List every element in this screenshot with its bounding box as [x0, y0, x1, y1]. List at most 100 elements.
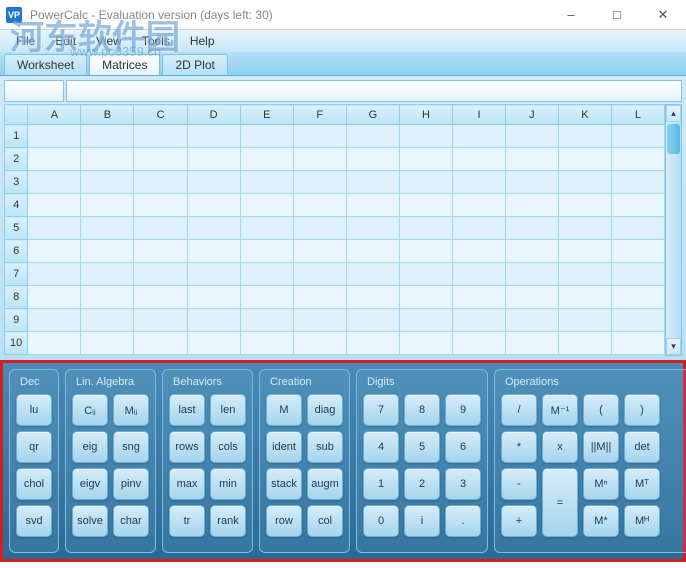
btn-x[interactable]: x [542, 431, 578, 463]
btn-norm[interactable]: ||M|| [583, 431, 619, 463]
spreadsheet-grid[interactable]: A B C D E F G H I J K L 1 2 3 4 5 [4, 104, 665, 355]
btn-stack[interactable]: stack [266, 468, 302, 500]
worksheet-area: A B C D E F G H I J K L 1 2 3 4 5 [0, 76, 686, 360]
tab-2dplot[interactable]: 2D Plot [162, 54, 227, 75]
menu-file[interactable]: File [6, 32, 45, 50]
col-header[interactable]: C [134, 105, 187, 125]
btn-sng[interactable]: sng [113, 431, 149, 463]
menu-view[interactable]: View [86, 32, 132, 50]
tab-worksheet[interactable]: Worksheet [4, 54, 87, 75]
btn-mpow[interactable]: Mⁿ [583, 468, 619, 500]
btn-rank[interactable]: rank [210, 505, 246, 537]
scroll-up-button[interactable]: ▴ [666, 105, 681, 122]
btn-lparen[interactable]: ( [583, 394, 619, 426]
btn-sub[interactable]: sub [307, 431, 343, 463]
tab-matrices[interactable]: Matrices [89, 54, 160, 75]
btn-8[interactable]: 8 [404, 394, 440, 426]
col-header[interactable]: G [346, 105, 399, 125]
col-header[interactable]: B [81, 105, 134, 125]
btn-min[interactable]: min [210, 468, 246, 500]
row-header[interactable]: 8 [5, 286, 28, 309]
btn-6[interactable]: 6 [445, 431, 481, 463]
col-header[interactable]: F [293, 105, 346, 125]
minimize-button[interactable]: – [548, 0, 594, 30]
btn-rparen[interactable]: ) [624, 394, 660, 426]
btn-max[interactable]: max [169, 468, 205, 500]
btn-ident[interactable]: ident [266, 431, 302, 463]
btn-pinv[interactable]: pinv [113, 468, 149, 500]
vertical-scrollbar[interactable]: ▴ ▾ [665, 104, 682, 356]
btn-augm[interactable]: augm [307, 468, 343, 500]
col-header[interactable]: K [558, 105, 611, 125]
btn-eigv[interactable]: eigv [72, 468, 108, 500]
btn-dot[interactable]: . [445, 505, 481, 537]
btn-4[interactable]: 4 [363, 431, 399, 463]
btn-cols[interactable]: cols [210, 431, 246, 463]
panel-title: Dec [16, 376, 52, 388]
row-header[interactable]: 9 [5, 309, 28, 332]
btn-solve[interactable]: solve [72, 505, 108, 537]
vscroll-thumb[interactable] [667, 124, 680, 154]
btn-m[interactable]: M [266, 394, 302, 426]
panel-title: Lin. Algebra [72, 376, 149, 388]
btn-qr[interactable]: qr [16, 431, 52, 463]
col-header[interactable]: E [240, 105, 293, 125]
formula-bar[interactable] [66, 80, 682, 102]
col-header[interactable]: L [611, 105, 664, 125]
maximize-button[interactable]: □ [594, 0, 640, 30]
btn-row[interactable]: row [266, 505, 302, 537]
cell-reference-box[interactable] [4, 80, 64, 102]
btn-len[interactable]: len [210, 394, 246, 426]
btn-mconj[interactable]: M* [583, 505, 619, 537]
corner-header[interactable] [5, 105, 28, 125]
btn-eig[interactable]: eig [72, 431, 108, 463]
btn-char[interactable]: char [113, 505, 149, 537]
btn-rows[interactable]: rows [169, 431, 205, 463]
btn-equals[interactable]: = [542, 468, 578, 537]
btn-3[interactable]: 3 [445, 468, 481, 500]
btn-minus[interactable]: - [501, 468, 537, 500]
btn-last[interactable]: last [169, 394, 205, 426]
btn-svd[interactable]: svd [16, 505, 52, 537]
btn-mherm[interactable]: Mᴴ [624, 505, 660, 537]
btn-col[interactable]: col [307, 505, 343, 537]
scroll-down-button[interactable]: ▾ [666, 338, 681, 355]
btn-minv[interactable]: M⁻¹ [542, 394, 578, 426]
row-header[interactable]: 4 [5, 194, 28, 217]
row-header[interactable]: 5 [5, 217, 28, 240]
row-header[interactable]: 6 [5, 240, 28, 263]
btn-9[interactable]: 9 [445, 394, 481, 426]
row-header[interactable]: 1 [5, 125, 28, 148]
btn-mtrans[interactable]: Mᵀ [624, 468, 660, 500]
btn-plus[interactable]: + [501, 505, 537, 537]
btn-2[interactable]: 2 [404, 468, 440, 500]
col-header[interactable]: I [453, 105, 506, 125]
col-header[interactable]: J [505, 105, 558, 125]
row-header[interactable]: 2 [5, 148, 28, 171]
menu-help[interactable]: Help [180, 32, 225, 50]
btn-5[interactable]: 5 [404, 431, 440, 463]
btn-det[interactable]: det [624, 431, 660, 463]
col-header[interactable]: H [399, 105, 452, 125]
btn-diag[interactable]: diag [307, 394, 343, 426]
menu-edit[interactable]: Edit [45, 32, 86, 50]
btn-1[interactable]: 1 [363, 468, 399, 500]
btn-lu[interactable]: lu [16, 394, 52, 426]
btn-chol[interactable]: chol [16, 468, 52, 500]
btn-7[interactable]: 7 [363, 394, 399, 426]
menu-tools[interactable]: Tools [132, 32, 180, 50]
btn-mij[interactable]: Mᵢⱼ [113, 394, 149, 426]
row-header[interactable]: 10 [5, 332, 28, 355]
col-header[interactable]: A [28, 105, 81, 125]
close-button[interactable]: ✕ [640, 0, 686, 30]
btn-cij[interactable]: Cᵢⱼ [72, 394, 108, 426]
btn-0[interactable]: 0 [363, 505, 399, 537]
btn-divide[interactable]: / [501, 394, 537, 426]
row-header[interactable]: 3 [5, 171, 28, 194]
title-bar: VP PowerCalc - Evaluation version (days … [0, 0, 686, 30]
col-header[interactable]: D [187, 105, 240, 125]
row-header[interactable]: 7 [5, 263, 28, 286]
btn-tr[interactable]: tr [169, 505, 205, 537]
btn-i[interactable]: i [404, 505, 440, 537]
btn-multiply[interactable]: * [501, 431, 537, 463]
